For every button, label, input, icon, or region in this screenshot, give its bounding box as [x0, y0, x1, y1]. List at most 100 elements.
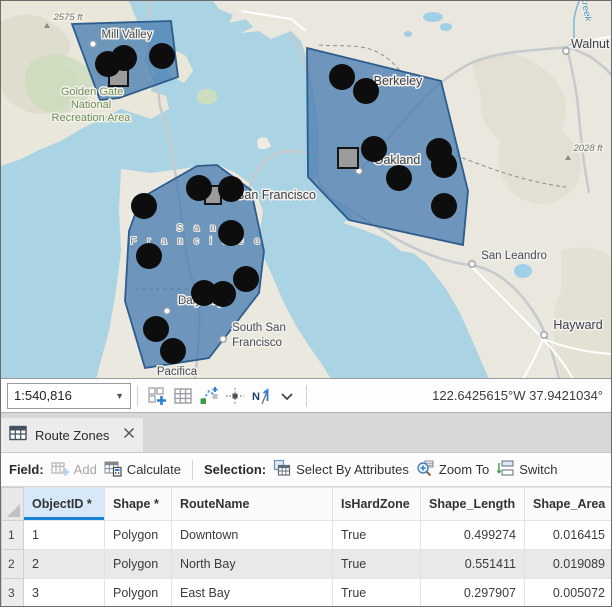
cell-shape-length[interactable]: 0.297907 — [421, 579, 525, 607]
map-label: Francisco — [232, 337, 282, 349]
stop-marker[interactable] — [111, 45, 137, 71]
stop-marker[interactable] — [386, 165, 412, 191]
selection-group-label: Selection: — [204, 462, 266, 477]
north-arrow-icon[interactable]: N — [249, 384, 273, 408]
table-icon — [9, 424, 27, 447]
cell-ishardzone[interactable]: True — [333, 521, 421, 550]
stop-marker[interactable] — [353, 78, 379, 104]
divider — [306, 385, 307, 407]
select-all-triangle-icon — [7, 504, 20, 517]
scale-combobox[interactable]: 1:540,816 ▼ — [7, 383, 131, 409]
select-by-attributes-label: Select By Attributes — [296, 462, 409, 477]
edit-sketch-icon[interactable] — [197, 384, 221, 408]
calculate-button[interactable]: Calculate — [104, 459, 181, 480]
tab-title: Route Zones — [35, 428, 109, 443]
cell-objectid[interactable]: 3 — [24, 579, 105, 607]
column-header-shape-area[interactable]: Shape_Area — [525, 488, 612, 521]
cell-shape-area[interactable]: 0.019089 — [525, 550, 612, 579]
stop-marker[interactable] — [329, 64, 355, 90]
town-marker — [164, 308, 170, 314]
stop-marker[interactable] — [233, 266, 259, 292]
map-label: South San — [232, 322, 286, 334]
column-header-shape[interactable]: Shape * — [105, 488, 172, 521]
map-label: Pacifica — [157, 366, 198, 378]
arcgis-window: 2575 ftMill ValleyGolden GateNationalRec… — [0, 0, 612, 607]
map-view[interactable]: 2575 ftMill ValleyGolden GateNationalRec… — [1, 1, 612, 379]
row-selector[interactable]: 3 — [2, 579, 24, 607]
map-label: San Francisco — [236, 188, 316, 202]
stop-marker[interactable] — [361, 136, 387, 162]
table-row: 1 1 Polygon Downtown True 0.499274 0.016… — [2, 521, 612, 550]
column-header-shape-length[interactable]: Shape_Length — [421, 488, 525, 521]
cell-shape-area[interactable]: 0.005072 — [525, 579, 612, 607]
zoom-to-icon — [416, 459, 434, 480]
cell-routename[interactable]: Downtown — [172, 521, 333, 550]
basemap: 2575 ftMill ValleyGolden GateNationalRec… — [1, 1, 612, 379]
select-by-attributes-button[interactable]: Select By Attributes — [273, 459, 409, 480]
stop-marker[interactable] — [186, 175, 212, 201]
table-row: 2 2 Polygon North Bay True 0.551411 0.01… — [2, 550, 612, 579]
cell-shape-length[interactable]: 0.551411 — [421, 550, 525, 579]
map-label: Hayward — [553, 318, 602, 332]
divider — [192, 460, 193, 480]
table-toolbar: Field: Add Calculate Selection: Select B… — [1, 453, 611, 487]
cell-ishardzone[interactable]: True — [333, 579, 421, 607]
map-label: 2575 ft — [52, 12, 82, 23]
field-group-label: Field: — [9, 462, 44, 477]
coordinates-readout: 122.6425615°W 37.9421034° — [313, 388, 605, 403]
stop-marker[interactable] — [218, 176, 244, 202]
cell-shape[interactable]: Polygon — [105, 579, 172, 607]
table-tabstrip: Route Zones — [1, 413, 611, 453]
cell-shape-area[interactable]: 0.016415 — [525, 521, 612, 550]
map-label: Mill Valley — [102, 29, 153, 41]
stop-marker[interactable] — [160, 338, 186, 364]
zoom-to-button[interactable]: Zoom To — [416, 459, 489, 480]
cell-shape-length[interactable]: 0.499274 — [421, 521, 525, 550]
cell-objectid[interactable]: 2 — [24, 550, 105, 579]
switch-selection-icon — [496, 459, 514, 480]
grid-icon[interactable] — [171, 384, 195, 408]
map-label: Recreation Area — [52, 112, 132, 124]
chevron-down-icon[interactable] — [275, 384, 299, 408]
map-label: Berkeley — [374, 74, 423, 88]
stop-marker[interactable] — [210, 281, 236, 307]
angel-island — [197, 89, 217, 104]
cell-routename[interactable]: North Bay — [172, 550, 333, 579]
column-header-ishardzone[interactable]: IsHardZone — [333, 488, 421, 521]
cell-objectid[interactable]: 1 — [24, 521, 105, 550]
town-marker — [563, 48, 569, 54]
snapping-icon[interactable] — [223, 384, 247, 408]
map-label: San Leandro — [481, 250, 547, 262]
cell-routename[interactable]: East Bay — [172, 579, 333, 607]
stop-marker[interactable] — [143, 316, 169, 342]
stop-marker[interactable] — [131, 193, 157, 219]
cell-ishardzone[interactable]: True — [333, 550, 421, 579]
tab-route-zones[interactable]: Route Zones — [1, 418, 143, 452]
chevron-down-icon[interactable]: ▼ — [115, 391, 124, 401]
attribute-table: ObjectID * Shape * RouteName IsHardZone … — [1, 487, 612, 607]
depot-marker[interactable] — [338, 148, 358, 168]
add-bookmark-grid-icon[interactable] — [145, 384, 169, 408]
column-header-routename[interactable]: RouteName — [172, 488, 333, 521]
add-field-button[interactable]: Add — [51, 459, 97, 480]
row-selector[interactable]: 1 — [2, 521, 24, 550]
select-by-attributes-icon — [273, 459, 291, 480]
select-all-corner[interactable] — [2, 488, 24, 521]
column-header-objectid[interactable]: ObjectID * — [24, 488, 105, 521]
stop-marker[interactable] — [218, 220, 244, 246]
switch-selection-button[interactable]: Switch — [496, 459, 557, 480]
stop-marker[interactable] — [431, 152, 457, 178]
stop-marker[interactable] — [136, 243, 162, 269]
close-icon[interactable] — [123, 426, 135, 444]
cell-shape[interactable]: Polygon — [105, 521, 172, 550]
map-label: Golden Gate — [61, 86, 123, 98]
add-field-icon — [51, 459, 69, 480]
hills-south — [554, 248, 612, 379]
svg-text:N: N — [252, 391, 260, 403]
calculate-label: Calculate — [127, 462, 181, 477]
map-label: Walnut — [571, 37, 610, 51]
cell-shape[interactable]: Polygon — [105, 550, 172, 579]
stop-marker[interactable] — [149, 43, 175, 69]
row-selector[interactable]: 2 — [2, 550, 24, 579]
stop-marker[interactable] — [431, 193, 457, 219]
